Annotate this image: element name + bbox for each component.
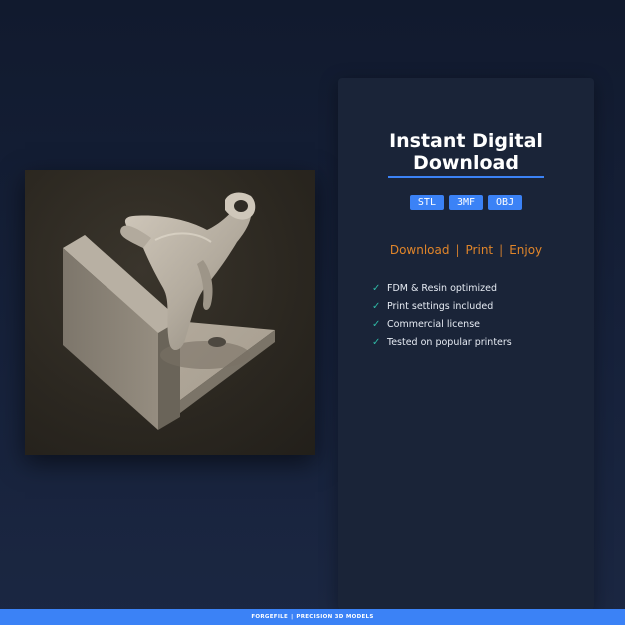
tagline-print: Print [465,243,494,257]
panel-title-line2: Download [413,152,519,174]
title-underline [388,176,544,178]
feature-item: ✓ FDM & Resin optimized [372,279,512,297]
feature-list: ✓ FDM & Resin optimized ✓ Print settings… [372,279,512,351]
format-badges: STL 3MF OBJ [338,195,594,210]
format-badge-obj: OBJ [488,195,523,210]
feature-item: ✓ Tested on popular printers [372,333,512,351]
info-panel: Instant Digital Download STL 3MF OBJ Dow… [338,78,594,610]
tagline-enjoy: Enjoy [509,243,543,257]
panel-title-line1: Instant Digital [389,130,543,152]
feature-label: FDM & Resin optimized [387,282,498,294]
feature-label: Print settings included [387,300,494,312]
feature-item: ✓ Commercial license [372,315,512,333]
check-icon: ✓ [372,282,381,294]
footer-brand: FORGEFILE [251,614,289,620]
panel-title: Instant Digital Download [338,130,594,174]
format-badge-3mf: 3MF [448,195,484,210]
check-icon: ✓ [372,318,381,330]
product-render-image [25,170,315,455]
format-badge-stl: STL [409,195,444,210]
footer-tagline: PRECISION 3D MODELS [296,614,374,620]
feature-label: Commercial license [387,318,481,330]
footer-bar: FORGEFILE | PRECISION 3D MODELS [0,609,625,625]
feature-item: ✓ Print settings included [372,297,512,315]
tagline-separator: | [499,243,504,257]
3d-model-render [63,192,275,430]
check-icon: ✓ [372,300,381,312]
footer-separator: | [291,614,294,620]
tagline-download: Download [389,243,450,257]
check-icon: ✓ [372,336,381,348]
feature-label: Tested on popular printers [387,336,512,348]
tagline: Download | Print | Enjoy [338,243,594,257]
tagline-separator: | [455,243,460,257]
